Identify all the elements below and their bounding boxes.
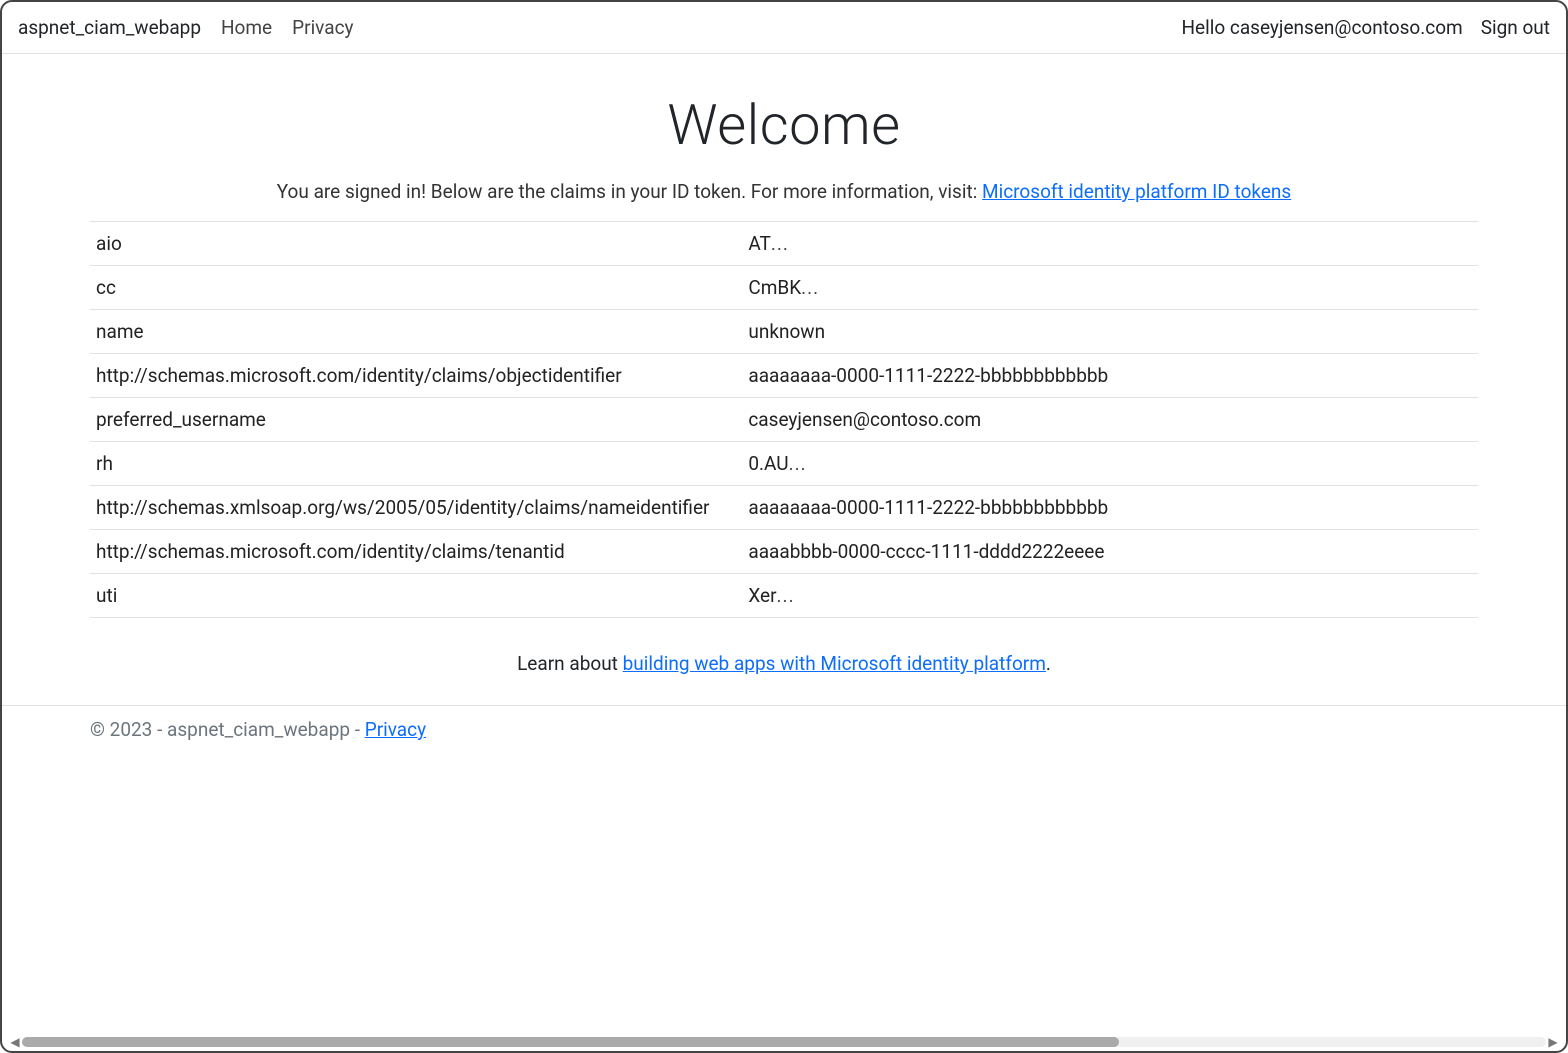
scroll-right-icon[interactable]: ▶ [1546,1035,1560,1049]
claim-key: http://schemas.microsoft.com/identity/cl… [90,354,742,398]
claim-value: CmBK... [742,266,1478,310]
claim-value: unknown [742,310,1478,354]
horizontal-scrollbar[interactable]: ◀ ▶ [8,1035,1560,1049]
claim-key: uti [90,574,742,618]
claim-key: rh [90,442,742,486]
claim-value: 0.AU... [742,442,1478,486]
intro-prefix: You are signed in! Below are the claims … [277,180,982,203]
claim-value: AT... [742,222,1478,266]
ellipsis-icon: ... [789,452,807,475]
footer-text: © 2023 - aspnet_ciam_webapp - [90,718,365,741]
id-tokens-link[interactable]: Microsoft identity platform ID tokens [982,180,1291,203]
claim-value: Xer... [742,574,1478,618]
claim-value: caseyjensen@contoso.com [742,398,1478,442]
claim-key: preferred_username [90,398,742,442]
claim-key: name [90,310,742,354]
nav-greeting[interactable]: Hello caseyjensen@contoso.com [1181,16,1462,39]
claim-value: aaaabbbb-0000-cccc-1111-dddd2222eeee [742,530,1478,574]
brand-link[interactable]: aspnet_ciam_webapp [18,16,201,39]
main-content: Welcome You are signed in! Below are the… [2,54,1566,675]
table-row: http://schemas.microsoft.com/identity/cl… [90,530,1478,574]
nav-home[interactable]: Home [221,16,272,39]
footer-privacy-link[interactable]: Privacy [365,718,426,741]
claim-key: http://schemas.xmlsoap.org/ws/2005/05/id… [90,486,742,530]
table-row: preferred_usernamecaseyjensen@contoso.co… [90,398,1478,442]
intro-text: You are signed in! Below are the claims … [90,180,1478,203]
table-row: http://schemas.xmlsoap.org/ws/2005/05/id… [90,486,1478,530]
claim-value: aaaaaaaa-0000-1111-2222-bbbbbbbbbbbb [742,354,1478,398]
footer: © 2023 - aspnet_ciam_webapp - Privacy [2,705,1566,771]
table-row: utiXer... [90,574,1478,618]
claim-key: aio [90,222,742,266]
table-row: aioAT... [90,222,1478,266]
learn-suffix: . [1046,652,1051,675]
table-row: ccCmBK... [90,266,1478,310]
claim-key: http://schemas.microsoft.com/identity/cl… [90,530,742,574]
learn-link[interactable]: building web apps with Microsoft identit… [623,652,1046,675]
scroll-left-icon[interactable]: ◀ [8,1035,22,1049]
ellipsis-icon: ... [771,232,789,255]
scrollbar-track[interactable] [22,1037,1546,1047]
ellipsis-icon: ... [801,276,819,299]
ellipsis-icon: ... [777,584,795,607]
claim-key: cc [90,266,742,310]
learn-prefix: Learn about [517,652,623,675]
table-row: http://schemas.microsoft.com/identity/cl… [90,354,1478,398]
scrollbar-thumb[interactable] [22,1037,1119,1047]
nav-signout[interactable]: Sign out [1481,16,1550,39]
claims-table: aioAT...ccCmBK...nameunknownhttp://schem… [90,221,1478,618]
nav-privacy[interactable]: Privacy [292,16,353,39]
claim-value: aaaaaaaa-0000-1111-2222-bbbbbbbbbbbb [742,486,1478,530]
table-row: rh0.AU... [90,442,1478,486]
page-title: Welcome [90,92,1478,158]
table-row: nameunknown [90,310,1478,354]
navbar: aspnet_ciam_webapp Home Privacy Hello ca… [2,2,1566,54]
learn-text: Learn about building web apps with Micro… [90,652,1478,675]
